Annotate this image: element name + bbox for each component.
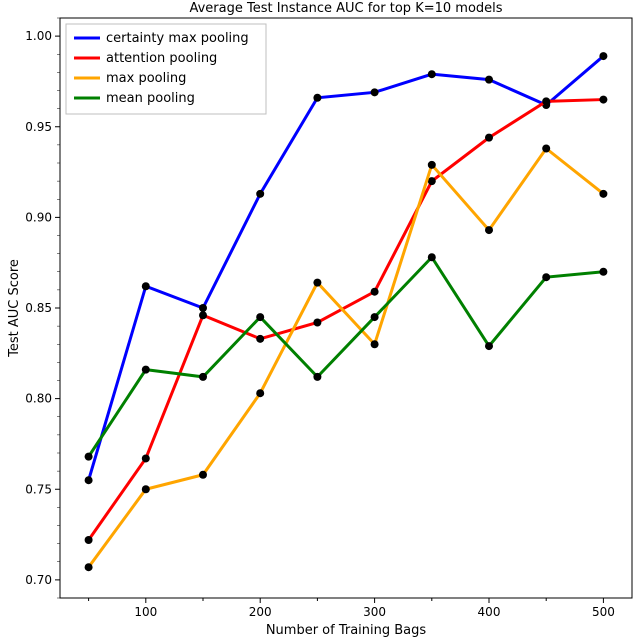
data-marker (256, 335, 264, 343)
data-marker (485, 342, 493, 350)
y-axis-label: Test AUC Score (7, 259, 22, 358)
xtick-label: 500 (592, 605, 615, 619)
ytick-label: 1.00 (25, 29, 52, 43)
xtick-label: 300 (363, 605, 386, 619)
data-marker (142, 366, 150, 374)
xtick-label: 100 (134, 605, 157, 619)
data-marker (199, 304, 207, 312)
data-marker (313, 319, 321, 327)
data-marker (142, 454, 150, 462)
data-marker (428, 70, 436, 78)
data-marker (256, 313, 264, 321)
data-marker (485, 76, 493, 84)
data-marker (256, 389, 264, 397)
data-marker (371, 88, 379, 96)
legend-label-2: max pooling (106, 71, 186, 86)
chart-title: Average Test Instance AUC for top K=10 m… (189, 1, 502, 16)
legend-label-3: mean pooling (106, 91, 195, 106)
data-marker (371, 313, 379, 321)
data-marker (542, 97, 550, 105)
ytick-label: 0.90 (25, 210, 52, 224)
xtick-label: 400 (478, 605, 501, 619)
ytick-label: 0.85 (25, 301, 52, 315)
data-marker (85, 563, 93, 571)
data-marker (428, 161, 436, 169)
data-marker (599, 190, 607, 198)
data-marker (599, 268, 607, 276)
data-marker (313, 373, 321, 381)
legend-label-0: certainty max pooling (106, 31, 249, 46)
data-marker (485, 226, 493, 234)
data-marker (142, 485, 150, 493)
data-marker (85, 476, 93, 484)
data-marker (371, 340, 379, 348)
ytick-label: 0.80 (25, 392, 52, 406)
ytick-label: 0.70 (25, 573, 52, 587)
data-marker (428, 253, 436, 261)
data-marker (542, 145, 550, 153)
data-marker (599, 52, 607, 60)
data-marker (371, 288, 379, 296)
data-marker (85, 453, 93, 461)
ytick-label: 0.75 (25, 482, 52, 496)
xtick-label: 200 (249, 605, 272, 619)
data-marker (256, 190, 264, 198)
data-marker (599, 96, 607, 104)
data-marker (542, 273, 550, 281)
legend-label-1: attention pooling (106, 51, 217, 66)
data-marker (313, 94, 321, 102)
data-marker (485, 134, 493, 142)
data-marker (199, 373, 207, 381)
x-axis-label: Number of Training Bags (266, 623, 427, 638)
data-marker (85, 536, 93, 544)
data-marker (199, 311, 207, 319)
data-marker (313, 279, 321, 287)
ytick-label: 0.95 (25, 120, 52, 134)
data-marker (199, 471, 207, 479)
data-marker (142, 282, 150, 290)
